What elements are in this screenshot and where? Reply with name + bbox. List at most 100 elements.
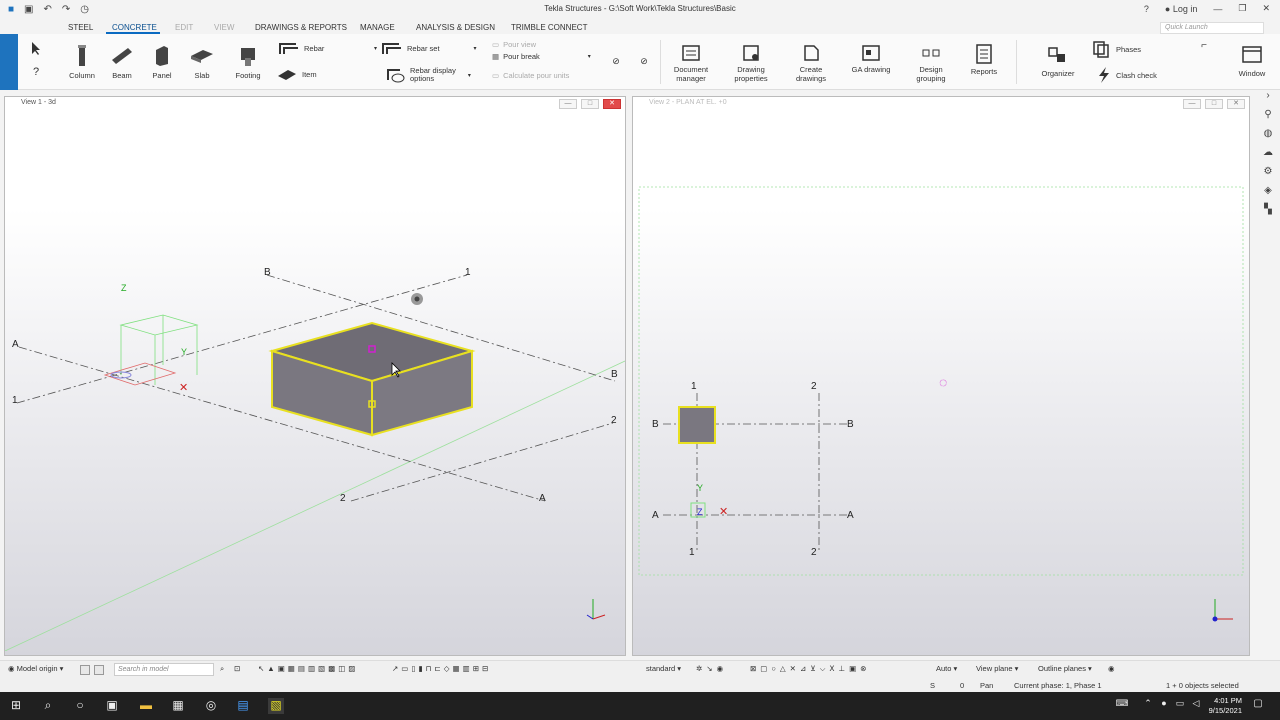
cortana-icon[interactable]: ○ — [72, 698, 88, 714]
view-3d-canvas[interactable]: B 1 A 1 B 2 2 A Z Y ✕ — [5, 111, 625, 651]
outline-planes-dropdown[interactable]: Outline planes ▾ — [1038, 664, 1092, 673]
drawing-properties-button[interactable]: Drawing properties — [730, 44, 772, 83]
view-plane-dropdown[interactable]: View plane ▾ — [976, 664, 1018, 673]
catalog-icon[interactable]: ▚ — [1256, 204, 1280, 223]
network-icon[interactable]: ▭ — [1172, 698, 1188, 714]
slab-button[interactable]: Slab — [186, 44, 218, 80]
more-tools-icon[interactable]: ⌐ — [1196, 40, 1212, 51]
snap-switches[interactable]: ↗▭▯▮⊓⊏◇▦▥⊞⊟ — [392, 664, 491, 673]
clash-check-button[interactable]: Clash check — [1096, 66, 1157, 84]
word-icon[interactable]: ▤ — [235, 698, 251, 714]
design-grouping-line2: grouping — [916, 74, 946, 83]
windows-start-icon[interactable]: ⊞ — [8, 698, 24, 714]
tab-manage[interactable]: MANAGE — [360, 23, 395, 32]
view-minimize-button[interactable]: — — [559, 99, 577, 109]
view-plan-canvas[interactable]: 1 2 B B A A 1 2 ◌ Y Z ✕ — [633, 111, 1249, 651]
slab-icon — [191, 50, 213, 63]
grid-label: 1 — [691, 381, 697, 392]
store-icon[interactable]: ▦ — [170, 698, 186, 714]
minimize-button[interactable]: — — [1213, 4, 1222, 14]
column-button[interactable]: Column — [66, 44, 98, 80]
keyboard-icon[interactable]: ⌨ — [1114, 698, 1130, 714]
tray-expand-icon[interactable]: ⌃ — [1140, 698, 1156, 714]
organizer-button[interactable]: Organizer — [1036, 44, 1080, 78]
tab-drawings-reports[interactable]: DRAWINGS & REPORTS — [255, 23, 347, 32]
view-close-button[interactable]: ✕ — [1227, 99, 1245, 109]
pour-break-button[interactable]: ▦ Pour break ▾ — [492, 52, 591, 61]
title-bar-controls: ? ● Log in — ❐ ✕ — [1144, 3, 1270, 14]
calculate-pour-units-button[interactable]: ▭ Calculate pour units — [492, 71, 569, 80]
create-drawings-button[interactable]: Create drawings — [790, 44, 832, 83]
slab-label: Slab — [194, 71, 210, 80]
tab-steel[interactable]: STEEL — [68, 23, 93, 32]
link-icon[interactable]: ⚲ — [1256, 109, 1280, 128]
cube-icon[interactable]: ◈ — [1256, 185, 1280, 204]
cloud-icon[interactable]: ☁ — [1256, 147, 1280, 166]
help-icon[interactable]: ? — [1144, 4, 1149, 14]
view-maximize-button[interactable]: □ — [581, 99, 599, 109]
item-button[interactable]: Item — [276, 66, 317, 82]
file-explorer-icon[interactable]: ▬ — [138, 698, 154, 714]
tab-trimble-connect[interactable]: TRIMBLE CONNECT — [511, 23, 587, 32]
search-icon[interactable]: ⌕ — [40, 698, 56, 714]
ga-drawing-button[interactable]: GA drawing — [848, 44, 894, 74]
footing-button[interactable]: Footing — [230, 44, 266, 80]
tekla-icon[interactable]: ▧ — [268, 698, 284, 714]
auto-dropdown[interactable]: Auto ▾ — [936, 664, 957, 673]
window-label: Window — [1238, 69, 1266, 78]
origin-options-button[interactable] — [80, 665, 90, 675]
gear-icon[interactable]: ⚙ — [1256, 166, 1280, 185]
side-panel-toggle[interactable] — [0, 34, 18, 90]
zoom-icon[interactable]: ⊡ — [234, 664, 240, 673]
phases-button[interactable]: Phases — [1092, 40, 1141, 58]
selection-switches[interactable]: ↖▲▣▦▤▥▧▩◫▨ — [258, 664, 358, 673]
ribbon-separator — [660, 40, 661, 84]
tab-edit[interactable]: EDIT — [175, 23, 193, 32]
system-clock[interactable]: 4:01 PM 9/15/2021 — [1209, 696, 1242, 716]
show-icon-button[interactable]: ⊘ — [636, 56, 652, 67]
expand-panel-icon[interactable]: › — [1256, 90, 1280, 109]
design-grouping-button[interactable]: Design grouping — [910, 44, 952, 83]
view-minimize-button[interactable]: — — [1183, 99, 1201, 109]
task-view-icon[interactable]: ▣ — [104, 698, 120, 714]
model-origin-dropdown[interactable]: ◉ Model origin ▾ — [8, 664, 63, 673]
panel-button[interactable]: Panel — [146, 44, 178, 80]
reports-button[interactable]: Reports — [964, 44, 1004, 76]
snap-toggle-icons[interactable]: ✲↘◉ — [696, 664, 727, 673]
eye-icon[interactable]: ◉ — [1108, 664, 1115, 673]
view-plan[interactable]: View 2 - PLAN AT EL. +0 — □ ✕ 1 2 B B A … — [632, 96, 1250, 656]
volume-icon[interactable]: ◁ — [1188, 698, 1204, 714]
hide-icon-button[interactable]: ⊘ — [608, 56, 624, 67]
pour-view-label: Pour view — [503, 40, 537, 49]
beam-button[interactable]: Beam — [106, 44, 138, 80]
rebar-display-options-button[interactable]: Rebar display options ▾ — [386, 66, 471, 84]
browser-icon[interactable]: ◎ — [203, 698, 219, 714]
tab-view[interactable]: VIEW — [214, 23, 234, 32]
search-icon[interactable]: ⌕ — [220, 664, 224, 674]
tab-analysis-design[interactable]: ANALYSIS & DESIGN — [416, 23, 495, 32]
standard-dropdown[interactable]: standard ▾ — [646, 664, 681, 673]
view-close-button[interactable]: ✕ — [603, 99, 621, 109]
close-button[interactable]: ✕ — [1262, 3, 1270, 14]
help-tool[interactable]: ? — [24, 66, 48, 78]
pour-view-button[interactable]: ▭ Pour view — [492, 40, 536, 49]
footing-3d[interactable] — [268, 321, 476, 437]
window-button[interactable]: Window — [1232, 44, 1272, 78]
footing-plan[interactable] — [678, 406, 716, 444]
view-3d[interactable]: View 1 - 3d — □ ✕ B 1 A 1 B 2 2 A Z Y ✕ — [4, 96, 626, 656]
search-in-model-input[interactable]: Search in model — [114, 663, 214, 676]
origin-add-button[interactable] — [94, 665, 104, 675]
restore-button[interactable]: ❐ — [1238, 3, 1246, 14]
document-manager-button[interactable]: Document manager — [670, 44, 712, 83]
select-tool[interactable] — [22, 40, 48, 59]
quick-launch-input[interactable]: Quick Launch — [1160, 22, 1264, 34]
tab-concrete[interactable]: CONCRETE — [112, 23, 157, 32]
rebar-set-button[interactable]: ▾ Rebar set ▾ — [374, 40, 477, 56]
notification-icon[interactable]: ▢ — [1250, 698, 1266, 714]
rebar-button[interactable]: Rebar — [278, 40, 324, 56]
snap-point-icons[interactable]: ⊠▢○△✕⊿⊻⌵Ⅹ⊥▣⊗ — [750, 664, 870, 674]
view-maximize-button[interactable]: □ — [1205, 99, 1223, 109]
microphone-icon[interactable]: ● — [1156, 698, 1172, 714]
login-link[interactable]: ● Log in — [1165, 4, 1197, 14]
globe-icon[interactable]: ◍ — [1256, 128, 1280, 147]
